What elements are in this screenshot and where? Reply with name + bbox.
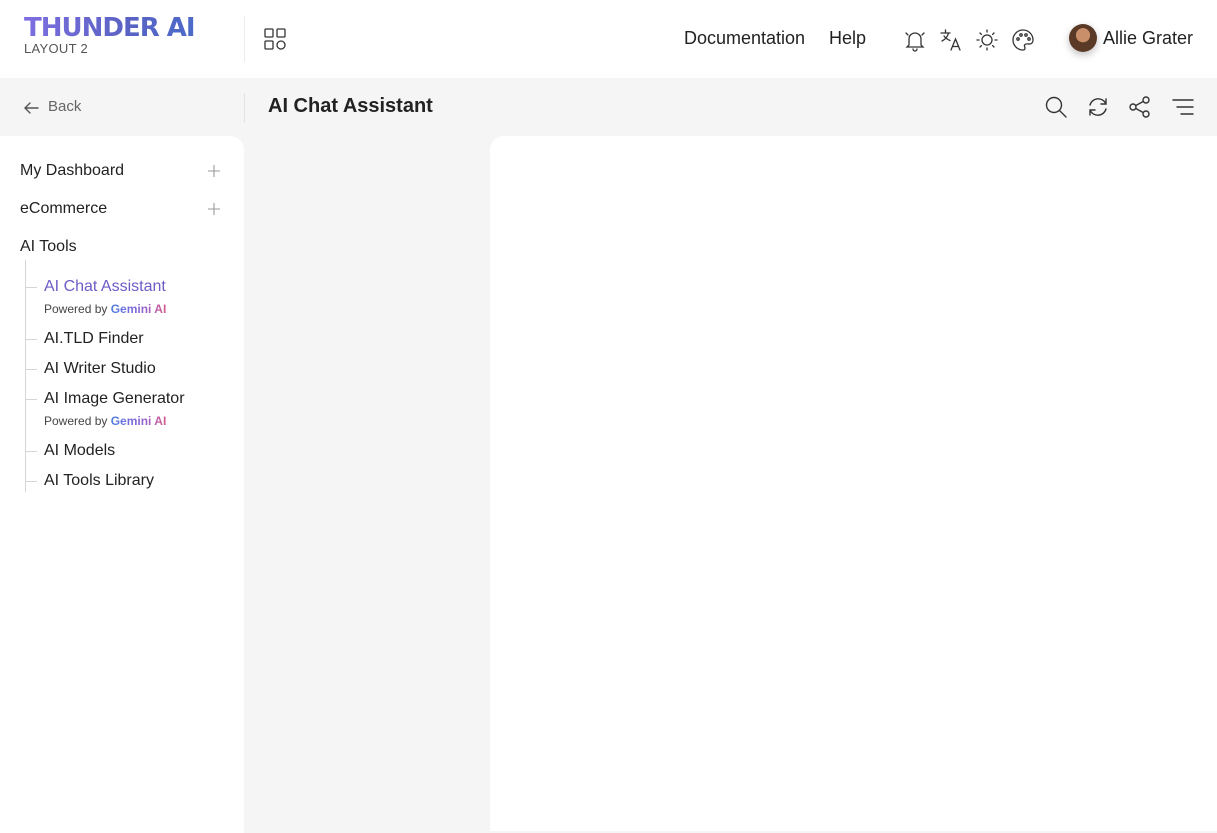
palette-icon[interactable] — [1010, 27, 1036, 53]
tree-tick — [25, 451, 37, 452]
share-icon[interactable] — [1128, 95, 1152, 119]
tree-tick — [25, 481, 37, 482]
sidebar-item-ai-writer-studio[interactable]: AI Writer Studio — [44, 360, 156, 378]
back-label[interactable]: Back — [48, 98, 81, 115]
nav-link-help[interactable]: Help — [829, 28, 866, 49]
sidebar-item-ai-image-generator[interactable]: AI Image Generator — [44, 390, 185, 408]
top-header: THUNDER AI LAYOUT 2 Documentation Help A… — [0, 0, 1217, 78]
arrow-left-icon — [24, 102, 39, 114]
page-title: AI Chat Assistant — [268, 95, 433, 117]
tree-line — [25, 260, 26, 492]
gemini-brand: Gemini AI — [110, 414, 167, 428]
chat-panel — [490, 136, 1217, 831]
tree-tick — [25, 339, 37, 340]
sidebar: My Dashboard eCommerce AI Tools AI Chat … — [0, 136, 244, 833]
sidebar-item-ai-chat-assistant[interactable]: AI Chat Assistant — [44, 278, 166, 296]
sidebar-item-ecommerce[interactable]: eCommerce — [20, 200, 107, 218]
search-icon[interactable] — [1044, 95, 1068, 119]
tree-tick — [25, 369, 37, 370]
sidebar-item-my-dashboard[interactable]: My Dashboard — [20, 162, 124, 180]
plus-icon[interactable] — [207, 202, 221, 216]
refresh-icon[interactable] — [1086, 95, 1110, 119]
avatar[interactable] — [1069, 24, 1097, 52]
tree-tick — [25, 287, 37, 288]
menu-icon[interactable] — [1171, 95, 1195, 119]
page-header: Back AI Chat Assistant — [0, 78, 1217, 136]
logo-subtitle: LAYOUT 2 — [24, 41, 89, 56]
conversation-list-panel — [244, 136, 490, 833]
header-divider — [244, 16, 245, 62]
sun-icon[interactable] — [974, 27, 1000, 53]
sidebar-item-ai-tools-library[interactable]: AI Tools Library — [44, 472, 154, 490]
apps-grid-icon[interactable] — [262, 26, 288, 52]
sidebar-item-ai-tld-finder[interactable]: AI.TLD Finder — [44, 330, 144, 348]
sidebar-item-ai-tools[interactable]: AI Tools — [20, 238, 77, 256]
powered-by-prefix: Powered by — [44, 302, 108, 316]
logo-title: THUNDER AI — [24, 13, 196, 43]
bell-icon[interactable] — [902, 27, 928, 53]
powered-by-label: Powered by Gemini AI — [44, 414, 166, 428]
subheader-divider — [244, 93, 245, 123]
logo[interactable]: THUNDER AI LAYOUT 2 — [24, 13, 196, 56]
plus-icon[interactable] — [207, 164, 221, 178]
translate-icon[interactable] — [938, 27, 964, 53]
powered-by-prefix: Powered by — [44, 414, 108, 428]
sidebar-item-ai-models[interactable]: AI Models — [44, 442, 115, 460]
tree-tick — [25, 399, 37, 400]
user-name[interactable]: Allie Grater — [1103, 28, 1193, 49]
nav-link-documentation[interactable]: Documentation — [684, 28, 805, 49]
gemini-brand: Gemini AI — [110, 302, 167, 316]
powered-by-label: Powered by Gemini AI — [44, 302, 166, 316]
